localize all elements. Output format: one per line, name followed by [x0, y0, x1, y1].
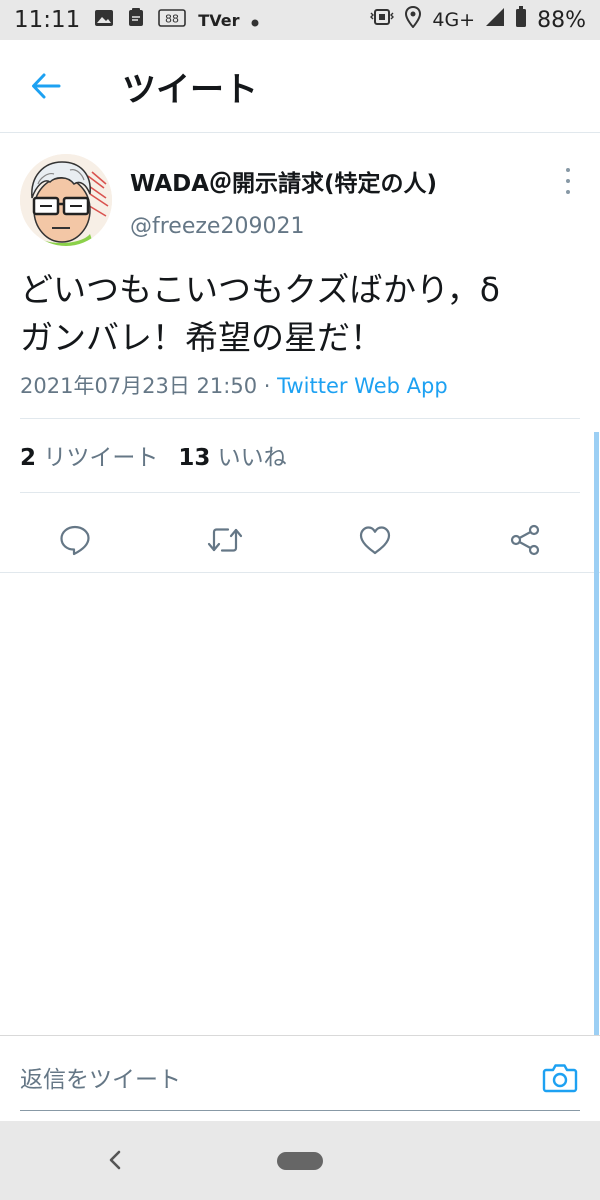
- retweets-stat[interactable]: 2 リツイート: [20, 445, 158, 471]
- tweet-text-line: どいつもこいつもクズばかり，δ: [20, 270, 500, 309]
- tweet-actions: [0, 504, 600, 574]
- app-header: ツイート: [0, 40, 600, 133]
- display-name[interactable]: WADA＠開示請求(特定の人): [130, 164, 437, 198]
- heart-icon: [359, 526, 391, 555]
- more-dot-icon: [566, 179, 570, 183]
- reply-underline: [20, 1110, 580, 1111]
- like-count: 13: [178, 445, 211, 471]
- system-nav-bar: [0, 1121, 600, 1200]
- reply-button[interactable]: [51, 516, 99, 564]
- tweet-meta: 2021年07月23日 21:50 · Twitter Web App: [20, 370, 448, 400]
- share-icon: [510, 524, 540, 556]
- section-divider: [0, 572, 600, 573]
- divider: [20, 492, 580, 493]
- network-type: 4G+: [432, 9, 476, 31]
- battery-percent: 88%: [537, 7, 586, 33]
- page-title: ツイート: [122, 69, 258, 110]
- retweet-label: リツイート: [43, 445, 159, 471]
- status-right: 4G+ 88%: [370, 5, 586, 34]
- retweet-icon: [207, 528, 243, 552]
- nav-back-button[interactable]: [100, 1145, 130, 1175]
- more-options-button[interactable]: [560, 168, 576, 194]
- nav-home-pill[interactable]: [277, 1152, 323, 1170]
- more-dot-icon: [566, 190, 570, 194]
- badge-88-icon: 88: [158, 8, 187, 33]
- retweet-button[interactable]: [201, 516, 249, 564]
- status-bar: 11:11 88 TVer 4G+ 88%: [0, 0, 600, 40]
- dot-icon: [251, 8, 259, 33]
- divider: [20, 418, 580, 419]
- user-handle[interactable]: @freeze209021: [130, 214, 437, 239]
- chevron-left-icon: [109, 1150, 121, 1170]
- reply-divider: [0, 1035, 600, 1036]
- tweet-text: どいつもこいつもクズばかり，δ ガンバレ！希望の星だ！: [20, 266, 580, 362]
- like-button[interactable]: [351, 516, 399, 564]
- tweet-detail: WADA＠開示請求(特定の人) @freeze209021 どいつもこいつもクズ…: [0, 134, 600, 573]
- tver-icon: TVer: [198, 10, 240, 30]
- share-button[interactable]: [501, 516, 549, 564]
- tweet-timestamp[interactable]: 2021年07月23日 21:50: [20, 374, 257, 398]
- avatar[interactable]: [20, 154, 112, 246]
- clipboard-icon: [126, 7, 146, 33]
- arrow-left-icon: [32, 73, 61, 99]
- scroll-indicator: [594, 432, 599, 1036]
- status-time: 11:11: [14, 7, 81, 33]
- vibrate-icon: [370, 7, 395, 33]
- image-icon: [94, 8, 114, 33]
- tweet-source[interactable]: Twitter Web App: [277, 374, 448, 398]
- tweet-text-line: ガンバレ！希望の星だ！: [20, 318, 383, 357]
- reply-input[interactable]: 返信をツイート: [20, 1060, 181, 1094]
- battery-icon: [515, 6, 527, 34]
- retweet-count: 2: [20, 445, 37, 471]
- likes-stat[interactable]: 13 いいね: [178, 445, 286, 471]
- location-icon: [404, 5, 422, 34]
- tweet-stats: 2 リツイート 13 いいね: [20, 438, 287, 472]
- like-label: いいね: [217, 445, 287, 471]
- more-dot-icon: [566, 168, 570, 172]
- camera-button[interactable]: [540, 1058, 580, 1098]
- author-names: WADA＠開示請求(特定の人) @freeze209021: [130, 164, 437, 239]
- reply-icon: [60, 525, 90, 556]
- notification-icons: 88 TVer: [94, 7, 259, 33]
- meta-separator: ·: [257, 374, 278, 398]
- badge-text: 88: [165, 12, 179, 25]
- tweet-author: WADA＠開示請求(特定の人) @freeze209021: [0, 134, 600, 246]
- signal-icon: [485, 7, 505, 33]
- camera-icon: [542, 1064, 578, 1093]
- back-button[interactable]: [18, 58, 74, 114]
